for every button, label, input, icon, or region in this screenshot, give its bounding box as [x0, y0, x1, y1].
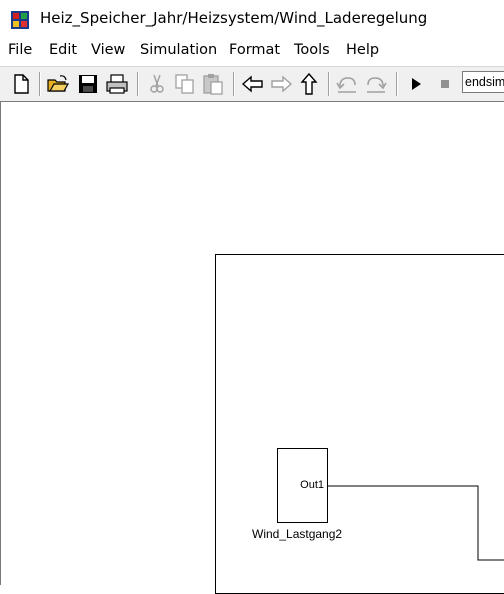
window-title: Heiz_Speicher_Jahr/Heizsystem/Wind_Lader… — [40, 9, 428, 27]
menu-view[interactable]: View — [91, 42, 125, 58]
toolbar-separator — [39, 72, 41, 96]
subsystem-boundary — [215, 254, 504, 594]
toolbar-separator — [328, 72, 330, 96]
back-icon[interactable] — [241, 72, 265, 96]
block-name-label[interactable]: Wind_Lastgang2 — [252, 527, 342, 541]
stop-icon[interactable] — [433, 72, 457, 96]
toolbar-separator — [137, 72, 139, 96]
toolbar — [0, 66, 504, 102]
from-workspace-block[interactable]: Out1 — [277, 448, 328, 523]
print-icon[interactable] — [105, 72, 129, 96]
play-icon[interactable] — [404, 72, 428, 96]
menu-simulation[interactable]: Simulation — [140, 42, 217, 58]
block-port-label: Out1 — [300, 479, 324, 491]
stop-time-input[interactable] — [462, 71, 504, 93]
redo-icon[interactable] — [364, 72, 388, 96]
simulink-app-icon — [11, 11, 29, 29]
new-icon[interactable] — [9, 72, 33, 96]
cut-icon[interactable] — [145, 72, 169, 96]
menu-file[interactable]: File — [8, 42, 32, 58]
title-bar: Heiz_Speicher_Jahr/Heizsystem/Wind_Lader… — [0, 0, 504, 38]
toolbar-separator — [233, 72, 235, 96]
menu-edit[interactable]: Edit — [49, 42, 77, 58]
toolbar-separator — [396, 72, 398, 96]
paste-icon[interactable] — [201, 72, 225, 96]
copy-icon[interactable] — [173, 72, 197, 96]
menu-format[interactable]: Format — [229, 42, 280, 58]
undo-icon[interactable] — [335, 72, 359, 96]
menu-help[interactable]: Help — [346, 42, 379, 58]
open-icon[interactable] — [46, 72, 70, 96]
menu-tools[interactable]: Tools — [294, 42, 330, 58]
forward-icon[interactable] — [269, 72, 293, 96]
up-icon[interactable] — [297, 72, 321, 96]
menu-bar: File Edit View Simulation Format Tools H… — [0, 38, 504, 64]
save-icon[interactable] — [76, 72, 100, 96]
